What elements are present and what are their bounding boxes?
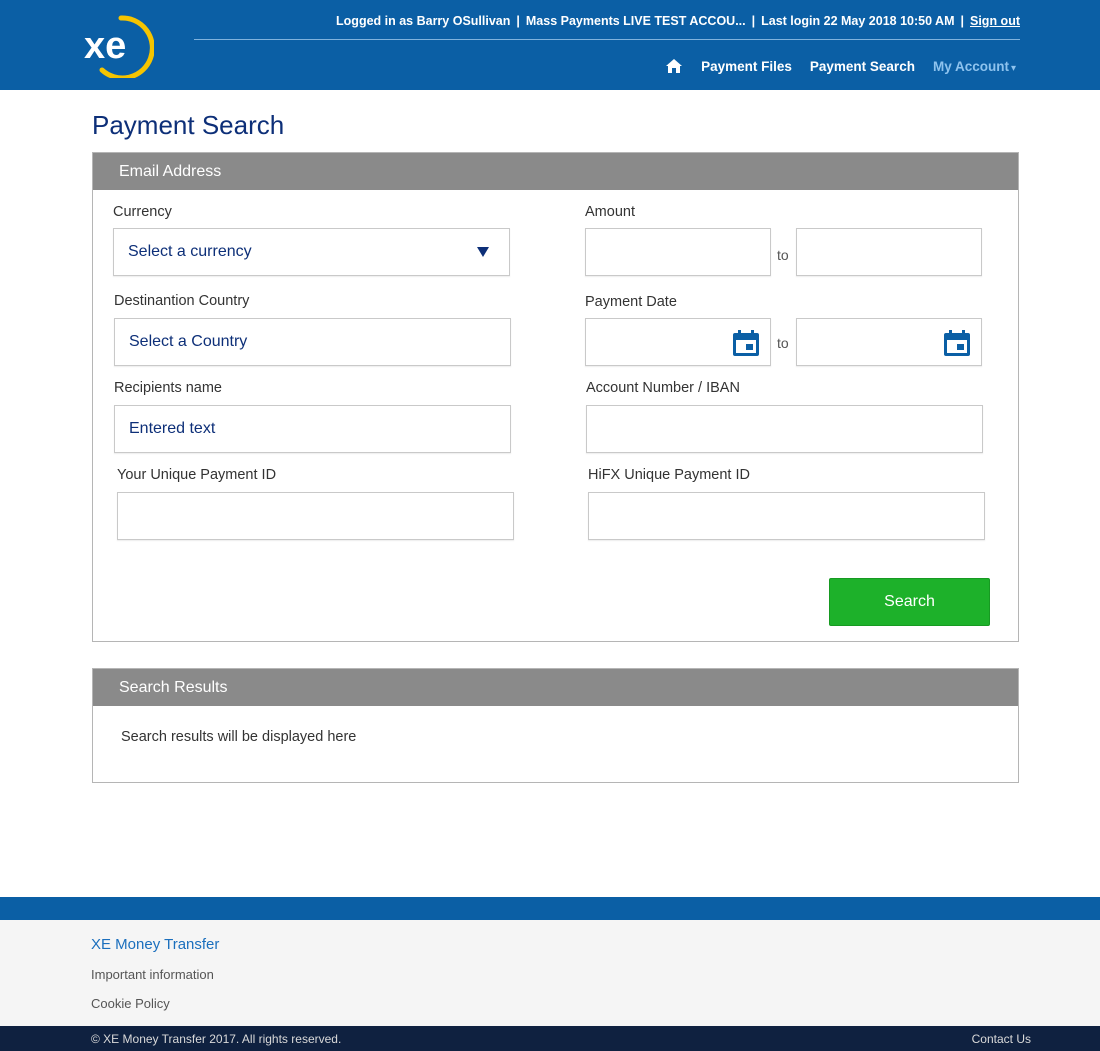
contact-us-link[interactable]: Contact Us bbox=[972, 1032, 1031, 1046]
payment-date-from-input[interactable] bbox=[585, 318, 771, 366]
home-icon[interactable] bbox=[665, 58, 683, 74]
currency-value: Select a currency bbox=[128, 243, 252, 260]
nav-payment-files[interactable]: Payment Files bbox=[701, 59, 792, 74]
nav-my-account[interactable]: My Account ▾ bbox=[933, 59, 1016, 74]
recipients-name-input[interactable]: Entered text bbox=[114, 405, 511, 453]
results-empty-text: Search results will be displayed here bbox=[121, 729, 357, 745]
currency-label: Currency bbox=[113, 204, 172, 220]
copyright-text: © XE Money Transfer 2017. All rights res… bbox=[91, 1032, 342, 1046]
amount-to-input[interactable] bbox=[796, 228, 982, 276]
logo-text: xe bbox=[84, 25, 126, 67]
dropdown-arrow-icon bbox=[477, 247, 489, 257]
amount-label: Amount bbox=[585, 204, 635, 220]
footer-bottom: © XE Money Transfer 2017. All rights res… bbox=[0, 1026, 1100, 1051]
your-payment-id-label: Your Unique Payment ID bbox=[117, 467, 277, 483]
page-title: Payment Search bbox=[92, 110, 285, 140]
separator: | bbox=[751, 14, 756, 28]
payment-date-to-label: to bbox=[777, 335, 789, 351]
destination-country-value: Select a Country bbox=[129, 333, 248, 350]
hifx-payment-id-label: HiFX Unique Payment ID bbox=[588, 467, 750, 483]
nav-payment-search[interactable]: Payment Search bbox=[810, 59, 915, 74]
your-payment-id-input[interactable] bbox=[117, 492, 514, 540]
payment-date-to-input[interactable] bbox=[796, 318, 982, 366]
footer-brand[interactable]: XE Money Transfer bbox=[91, 936, 219, 953]
payment-date-label: Payment Date bbox=[585, 294, 677, 310]
account-number-label: Account Number / IBAN bbox=[586, 380, 740, 396]
chevron-down-icon: ▾ bbox=[1010, 62, 1016, 74]
separator: | bbox=[516, 14, 520, 28]
recipients-name-label: Recipients name bbox=[114, 380, 222, 396]
important-information-link[interactable]: Important information bbox=[91, 967, 214, 982]
destination-country-label: Destinantion Country bbox=[114, 293, 250, 309]
account-bar: Logged in as Barry OSullivan | Mass Paymen… bbox=[194, 14, 1020, 40]
logged-in-text: Logged in as Barry OSullivan bbox=[336, 14, 511, 28]
account-name-text: Mass Payments LIVE TEST ACCOU... bbox=[525, 14, 746, 28]
xe-logo[interactable]: xe bbox=[80, 12, 154, 78]
recipients-name-value: Entered text bbox=[129, 420, 216, 437]
sign-out-link[interactable]: Sign out bbox=[970, 14, 1020, 28]
my-account-label: My Account bbox=[932, 58, 1009, 74]
last-login-text: Last login 22 May 2018 10:50 AM bbox=[761, 14, 955, 28]
header: xe Logged in as Barry OSullivan | Mass Pay… bbox=[0, 0, 1100, 90]
hifx-payment-id-input[interactable] bbox=[588, 492, 985, 540]
currency-select[interactable]: Select a currency bbox=[113, 228, 510, 276]
search-panel: Email Address Currency Select a currency… bbox=[92, 152, 1019, 642]
main-nav: Payment Files Payment Search My Account ▾ bbox=[665, 56, 1016, 76]
results-panel-heading: Search Results bbox=[93, 669, 1018, 706]
amount-to-label: to bbox=[777, 247, 789, 263]
amount-from-input[interactable] bbox=[585, 228, 771, 276]
separator: | bbox=[960, 14, 965, 28]
destination-country-select[interactable]: Select a Country bbox=[114, 318, 511, 366]
search-button[interactable]: Search bbox=[829, 578, 990, 626]
calendar-icon[interactable] bbox=[732, 329, 760, 357]
results-panel: Search Results Search results will be di… bbox=[92, 668, 1019, 783]
footer-bar bbox=[0, 897, 1100, 920]
account-number-input[interactable] bbox=[586, 405, 983, 453]
calendar-icon[interactable] bbox=[943, 329, 971, 357]
search-panel-heading: Email Address bbox=[93, 153, 1018, 190]
cookie-policy-link[interactable]: Cookie Policy bbox=[91, 996, 170, 1011]
